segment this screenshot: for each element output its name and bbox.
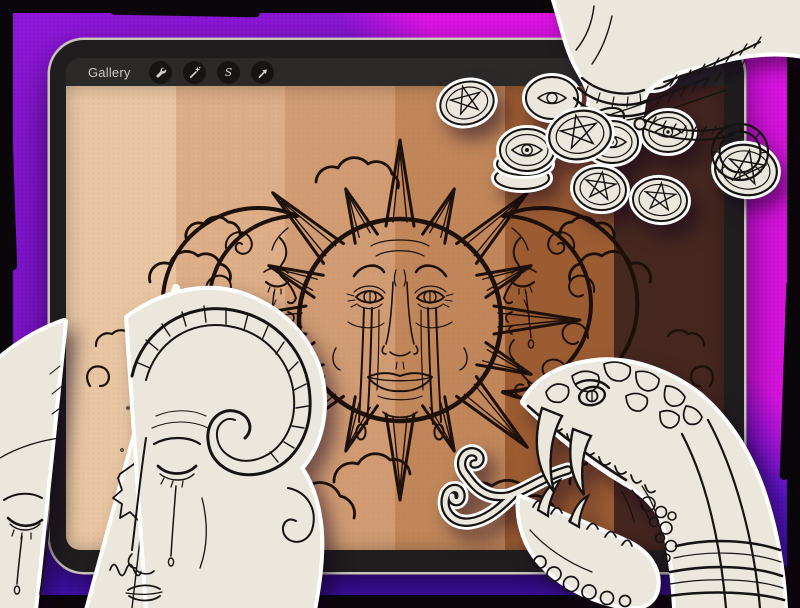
promo-scene: Gallery S — [0, 0, 800, 608]
adjustments-wand-icon — [188, 66, 201, 79]
adjustments-button[interactable] — [183, 61, 206, 84]
actions-button[interactable] — [149, 61, 172, 84]
coin-pouch-sticker — [416, 0, 800, 234]
transform-button[interactable] — [251, 61, 274, 84]
top-cloud — [316, 158, 398, 188]
selection-button[interactable]: S — [217, 61, 240, 84]
coin — [631, 177, 688, 224]
gallery-button[interactable]: Gallery — [88, 65, 131, 80]
snake-head-sticker — [420, 350, 800, 608]
transform-arrow-icon — [256, 66, 269, 79]
coin — [495, 129, 554, 189]
actions-wrench-icon — [154, 66, 167, 79]
svg-text:S: S — [224, 66, 231, 79]
coin — [571, 165, 628, 214]
selection-s-icon: S — [222, 66, 235, 79]
ram-horned-mask-sticker — [0, 278, 350, 608]
coin — [435, 76, 498, 131]
